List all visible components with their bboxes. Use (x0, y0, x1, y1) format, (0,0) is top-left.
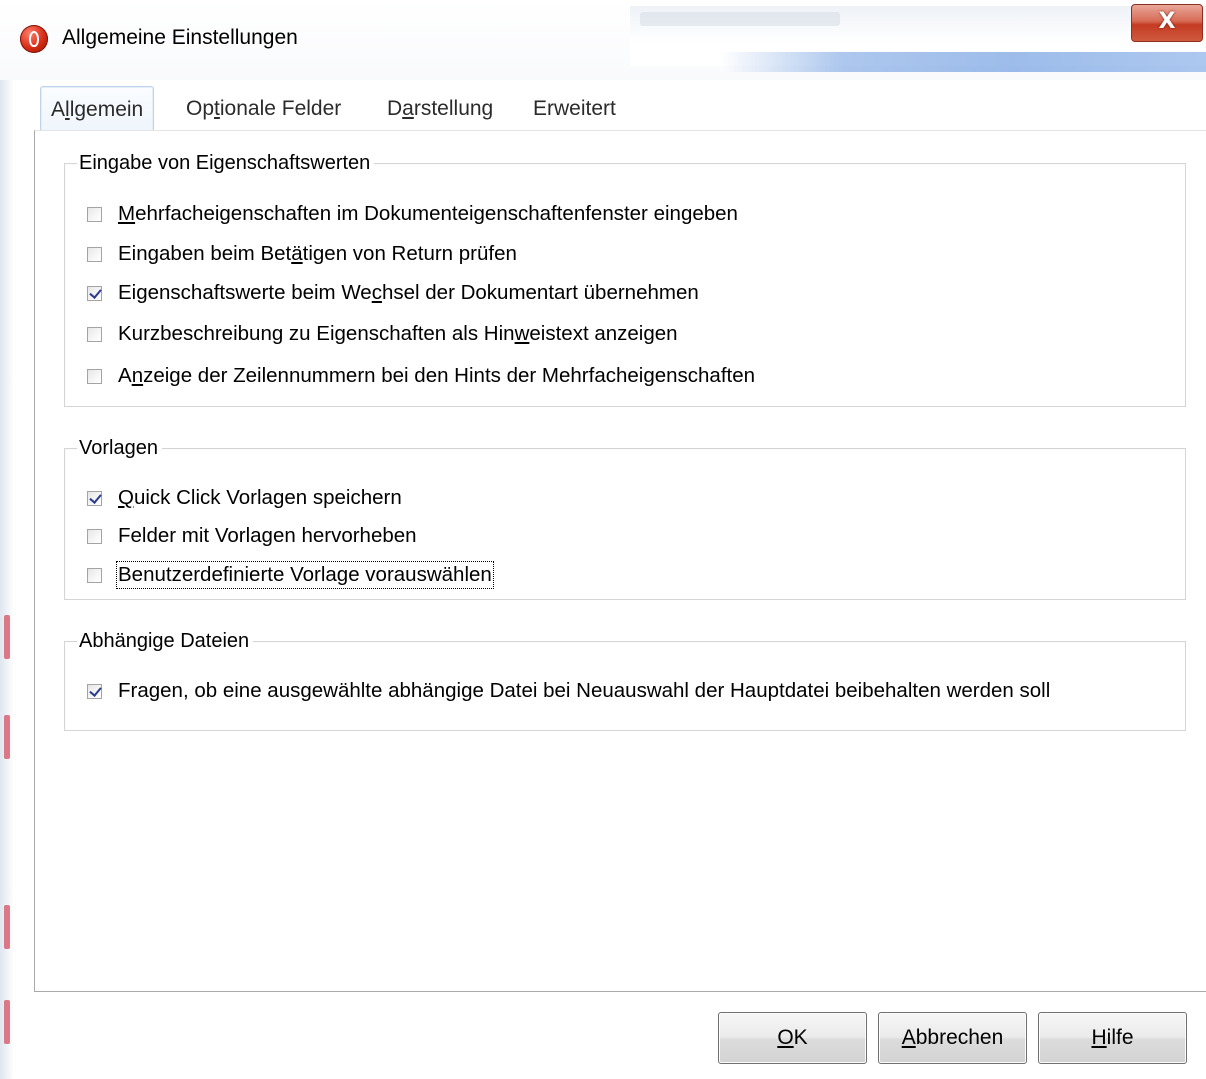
edge-marker (4, 1000, 10, 1044)
tab-label: rstellung (413, 97, 494, 120)
tab-allgemein[interactable]: Allgemein (40, 86, 155, 131)
group-vorlagen: Vorlagen Quick Click Vorlagen speichern … (64, 434, 1186, 600)
tab-accesskey: a (402, 97, 414, 120)
checkbox-label: Anzeige der Zeilennummern bei den Hints … (118, 364, 756, 387)
checkbox-label: Fragen, ob eine ausgewählte abhängige Da… (118, 679, 1051, 702)
button-accesskey: A (901, 1026, 916, 1049)
edge-marker (4, 905, 10, 949)
checkbox-eigenschaftswerte-uebernehmen[interactable]: Eigenschaftswerte beim Wechsel der Dokum… (87, 278, 699, 308)
checkbox-label: Felder mit Vorlagen hervorheben (118, 524, 417, 547)
window-left-edge (0, 0, 14, 1079)
tab-erweitert[interactable]: Erweitert (533, 86, 616, 130)
checkbox-box[interactable] (87, 326, 102, 342)
tab-darstellung[interactable]: Darstellung (387, 86, 493, 130)
edge-marker (4, 715, 10, 759)
checkbox-label: Benutzerdefinierte Vorlage vorauswählen (116, 561, 494, 589)
background-window-fragment (630, 6, 1206, 72)
group-legend: Eingabe von Eigenschaftswerten (77, 149, 375, 177)
checkbox-label: Eigenschaftswerte beim Wechsel der Dokum… (118, 281, 699, 304)
button-label: ilfe (1106, 1026, 1134, 1049)
checkbox-kurzbeschreibung-hinweistext[interactable]: Kurzbeschreibung zu Eigenschaften als Hi… (87, 319, 678, 349)
checkmark-icon[interactable] (87, 285, 102, 301)
background-window-title (640, 12, 840, 26)
tab-label: A (51, 98, 66, 121)
button-label: bbrechen (915, 1026, 1004, 1049)
checkbox-benutzerdefinierte-vorlage[interactable]: Benutzerdefinierte Vorlage vorauswählen (87, 560, 494, 590)
checkbox-box[interactable] (87, 567, 102, 583)
button-accesskey: H (1091, 1026, 1107, 1049)
checkbox-quick-click-vorlagen[interactable]: Quick Click Vorlagen speichern (87, 483, 402, 513)
group-abhaengige-dateien: Abhängige Dateien Fragen, ob eine ausgew… (64, 627, 1186, 731)
tab-label: Op (186, 97, 215, 120)
tab-label: lgemein (69, 98, 144, 121)
tab-label: Erweitert (533, 97, 616, 120)
checkbox-label: Quick Click Vorlagen speichern (118, 486, 402, 509)
button-label: K (793, 1026, 808, 1049)
checkbox-mehrfacheigenschaften[interactable]: Mehrfacheigenschaften im Dokumenteigensc… (87, 199, 738, 229)
edge-marker (4, 615, 10, 659)
checkbox-box[interactable] (87, 206, 102, 222)
background-window-selection (720, 52, 1206, 72)
checkbox-felder-hervorheben[interactable]: Felder mit Vorlagen hervorheben (87, 521, 417, 551)
checkbox-zeilennummern-hints[interactable]: Anzeige der Zeilennummern bei den Hints … (87, 361, 755, 391)
group-legend: Vorlagen (77, 434, 162, 462)
help-button[interactable]: Hilfe (1038, 1012, 1187, 1064)
checkmark-icon[interactable] (87, 683, 102, 699)
checkmark-icon[interactable] (87, 490, 102, 506)
app-logo-icon (20, 25, 48, 53)
cancel-button[interactable]: Abbrechen (878, 1012, 1027, 1064)
checkbox-eingaben-return-pruefen[interactable]: Eingaben beim Betätigen von Return prüfe… (87, 239, 517, 269)
window-title: Allgemeine Einstellungen (62, 26, 298, 49)
close-button[interactable]: X (1131, 4, 1203, 42)
checkbox-label: Mehrfacheigenschaften im Dokumenteigensc… (118, 202, 738, 225)
tab-optionale-felder[interactable]: Optionale Felder (186, 86, 341, 130)
checkbox-box[interactable] (87, 368, 102, 384)
checkbox-box[interactable] (87, 246, 102, 262)
checkbox-label: Kurzbeschreibung zu Eigenschaften als Hi… (118, 322, 678, 345)
tab-label: ionale Felder (219, 97, 342, 120)
group-eingabe-von-eigenschaftswerten: Eingabe von Eigenschaftswerten Mehrfache… (64, 149, 1186, 407)
group-legend: Abhängige Dateien (77, 627, 254, 655)
checkbox-abhaengige-datei-beibehalten[interactable]: Fragen, ob eine ausgewählte abhängige Da… (87, 676, 1050, 706)
button-accesskey: O (777, 1026, 794, 1049)
close-icon: X (1158, 9, 1176, 34)
checkbox-label: Eingaben beim Betätigen von Return prüfe… (118, 242, 517, 265)
ok-button[interactable]: OK (718, 1012, 867, 1064)
tab-label: D (387, 97, 403, 120)
checkbox-box[interactable] (87, 528, 102, 544)
title-bar[interactable]: Allgemeine Einstellungen X (0, 0, 1206, 80)
